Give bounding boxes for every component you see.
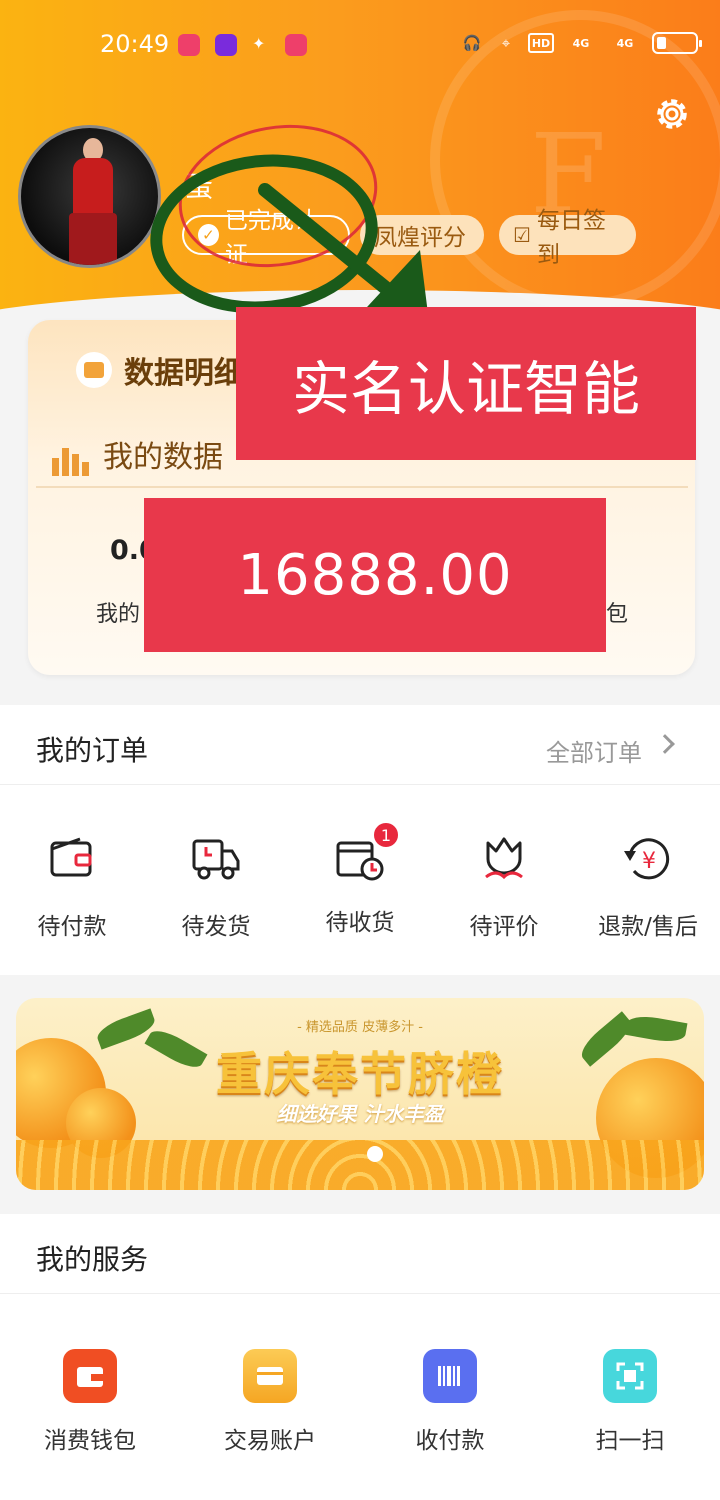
promo-banner[interactable]: - 精选品质 皮薄多汁 - 重庆奉节脐橙 细选好果 汁水丰盈 [16,998,704,1190]
status-bar: 20:49 ✦ 🎧 ⌖ HD 4G 4G [0,28,720,64]
app-notification-icon-2 [285,34,307,56]
order-pending-shipment[interactable]: 待发货 [146,833,286,941]
wallet-icon [63,1349,117,1403]
my-data-label: 我的数据 [103,440,223,475]
service-label: 消费钱包 [44,1428,136,1454]
hd-icon: HD [528,33,554,53]
data-card-title: 数据明细 [124,356,244,391]
daily-signin-button[interactable]: ☑ 每日签到 [499,208,636,268]
service-label: 收付款 [415,1428,485,1454]
services-header: 我的服务 [0,1214,720,1294]
service-trading-account[interactable]: 交易账户 [190,1349,350,1455]
all-orders-link[interactable]: 全部订单 [546,733,642,768]
orders-title: 我的订单 [36,734,149,767]
calendar-icon: ☑ [513,223,531,247]
status-time: 20:49 [100,30,170,58]
app-notification-icon [178,34,200,56]
order-label: 退款/售后 [598,914,698,940]
service-label: 扫一扫 [595,1428,665,1454]
bar-chart-icon [52,448,89,476]
chevron-right-icon[interactable] [655,734,675,754]
barcode-icon [423,1349,477,1403]
orders-header: 我的订单 全部订单 [0,705,720,785]
orders-section: 我的订单 全部订单 待付款 待发货 1 待收货 待评价 ¥ 退款/售后 [0,705,720,975]
services-section: 我的服务 消费钱包 交易账户 收付款 扫一扫 [0,1214,720,1500]
signal-4g-icon: 4G [616,36,634,50]
service-label: 交易账户 [224,1428,316,1454]
order-label: 待收货 [325,910,395,936]
refund-yen-icon: ¥ [624,838,670,880]
carousel-indicator [367,1146,383,1162]
location-icon: ⌖ [501,34,511,52]
order-pending-receipt[interactable]: 1 待收货 [290,821,430,937]
annotation-amount-overlay: 16888.00 [144,498,606,652]
order-pending-payment[interactable]: 待付款 [2,833,142,941]
chart-board-icon [76,352,112,388]
order-refund-aftersale[interactable]: ¥ 退款/售后 [578,833,718,941]
banner-title: 重庆奉节脐橙 [216,1047,504,1101]
gear-icon[interactable] [650,92,694,136]
order-pending-review[interactable]: 待评价 [434,833,574,941]
my-data-row: 我的数据 [52,432,223,476]
data-card-header[interactable]: 数据明细 [76,348,244,392]
delivery-truck-icon [192,839,240,880]
svg-text:¥: ¥ [642,849,656,874]
services-title: 我的服务 [36,1243,149,1276]
daily-signin-label: 每日签到 [536,208,606,268]
video-app-icon [215,34,237,56]
card-icon [243,1349,297,1403]
service-consumer-wallet[interactable]: 消费钱包 [10,1349,170,1455]
banner-subtitle: 细选好果 汁水丰盈 [276,1102,444,1126]
annotation-title-overlay: 实名认证智能 [236,307,696,460]
game-app-icon: ✦ [252,34,266,53]
banner-tagline: - 精选品质 皮薄多汁 - [297,1020,423,1035]
order-label: 待评价 [469,914,539,940]
headset-icon: 🎧 [462,34,482,52]
wallet-icon [50,837,92,877]
divider [36,486,688,488]
flower-review-icon [485,837,523,880]
notification-badge: 1 [372,821,400,849]
order-label: 待付款 [37,914,107,940]
service-payments[interactable]: 收付款 [370,1349,530,1455]
battery-icon [652,32,702,54]
scan-icon [603,1349,657,1403]
service-scan[interactable]: 扫一扫 [550,1349,710,1455]
avatar[interactable] [18,125,161,268]
order-label: 待发货 [181,914,251,940]
signal-4g-icon: 4G [572,36,590,50]
